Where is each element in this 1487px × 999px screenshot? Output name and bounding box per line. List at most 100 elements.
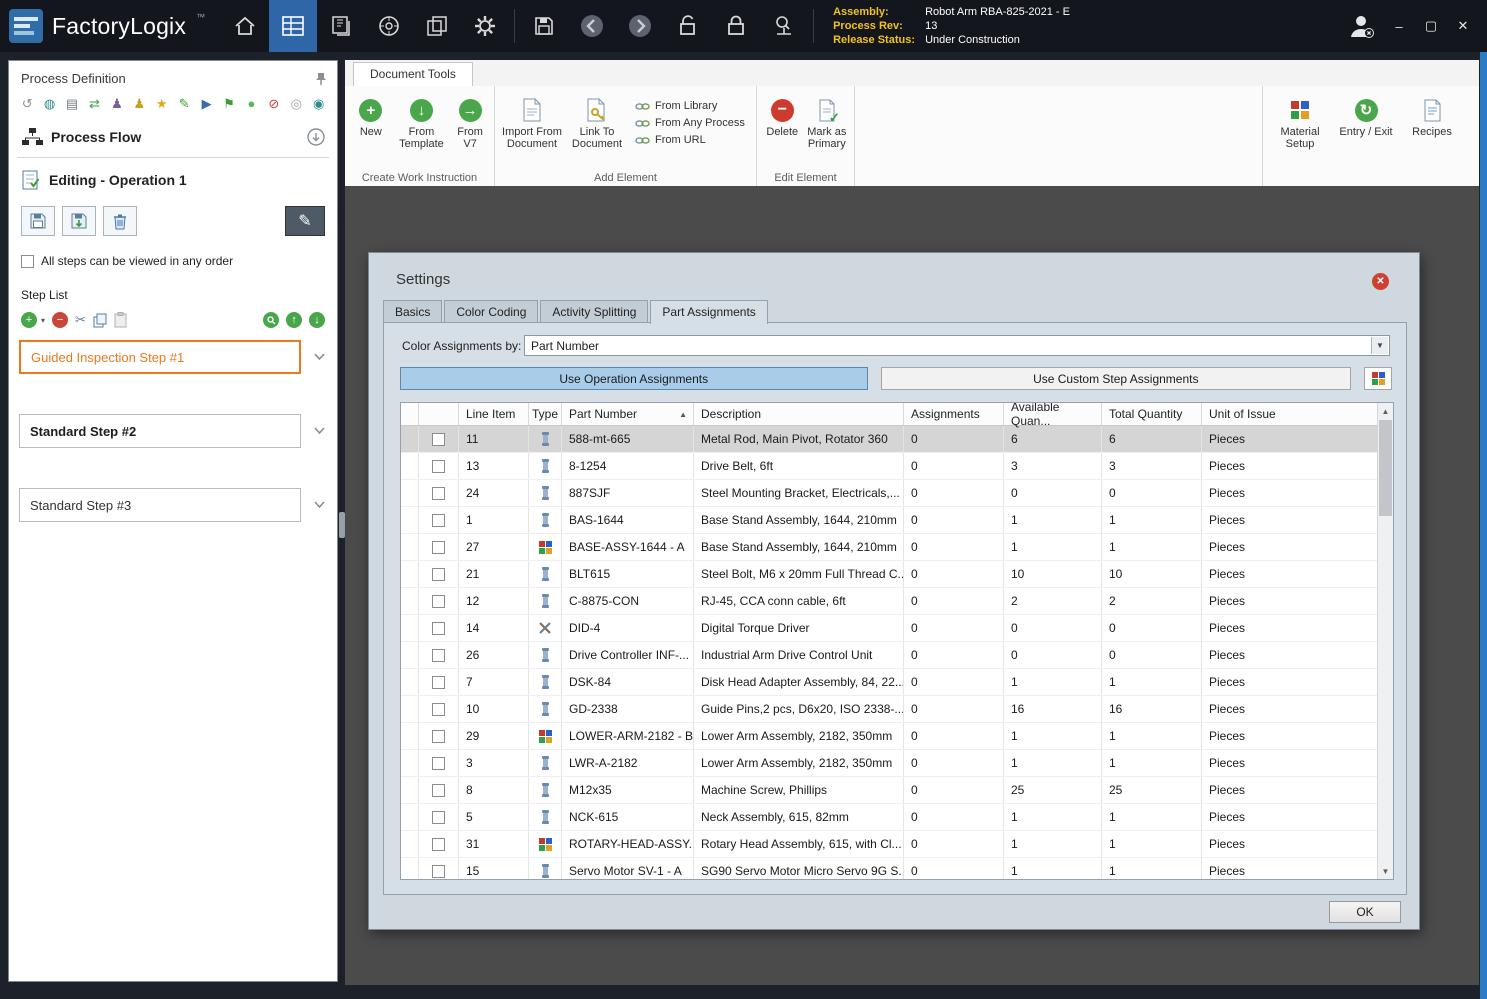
process-definition-icon[interactable] [269,0,318,52]
home-icon[interactable] [221,0,269,52]
stop-icon[interactable]: ⊘ [266,96,282,111]
row-selector[interactable] [401,750,419,776]
row-selector[interactable] [401,831,419,857]
move-step-up-button[interactable]: ↑ [286,312,302,328]
row-checkbox[interactable] [432,594,445,608]
lock-icon[interactable] [712,0,760,52]
part-colors-button[interactable] [1364,367,1392,390]
row-selector[interactable] [401,696,419,722]
entry-exit-button[interactable]: ↻ Entry / Exit [1333,90,1399,138]
table-row[interactable]: 27 BASE-ASSY-1644 - A Base Stand Assembly,… [401,534,1393,561]
scroll-down-icon[interactable]: ▼ [1378,863,1393,879]
tab-color-coding[interactable]: Color Coding [444,300,539,322]
from-url-button[interactable]: From URL [635,134,745,146]
table-row[interactable]: 12 C-8875-CON RJ-45, CCA conn cable, 6ft 0 2… [401,588,1393,615]
view-any-order-checkbox[interactable] [21,254,34,268]
history-icon[interactable]: ↺ [19,96,35,111]
minimize-button[interactable]: – [1391,19,1407,34]
chevron-down-icon[interactable] [314,427,325,434]
move-step-down-button[interactable]: ↓ [309,312,325,328]
header-assignments[interactable]: Assignments [904,403,1004,425]
row-selector[interactable] [401,669,419,695]
color-assignments-dropdown[interactable]: Part Number ▼ [524,335,1390,356]
panel-splitter-handle[interactable] [339,512,345,538]
table-row[interactable]: 31 ROTARY-HEAD-ASSY... Rotary Head Assembl… [401,831,1393,858]
row-checkbox[interactable] [432,459,445,473]
step-item[interactable]: Guided Inspection Step #1 [19,340,301,374]
table-row[interactable]: 29 LOWER-ARM-2182 - B Lower Arm Assembly, … [401,723,1393,750]
table-row[interactable]: 11 588-mt-665 Metal Rod, Main Pivot, Rotat… [401,426,1393,453]
table-row[interactable]: 15 Servo Motor SV-1 - A SG90 Servo Motor M… [401,858,1393,879]
row-selector[interactable] [401,534,419,560]
table-row[interactable]: 5 NCK-615 Neck Assembly, 615, 82mm 0 1 1 Piece… [401,804,1393,831]
scroll-up-icon[interactable]: ▲ [1378,403,1393,419]
dispatch-icon[interactable] [365,0,413,52]
tab-activity-splitting[interactable]: Activity Splitting [540,300,649,322]
link-to-document-button[interactable]: Link To Document [565,90,629,150]
collapse-circle-icon[interactable] [307,128,325,146]
table-row[interactable]: 10 GD-2338 Guide Pins,2 pcs, D6x20, ISO 23… [401,696,1393,723]
add-step-dropdown-icon[interactable]: ▾ [41,316,45,325]
row-checkbox[interactable] [432,810,445,824]
row-checkbox[interactable] [432,621,445,635]
row-checkbox[interactable] [432,648,445,662]
scrollbar-thumb[interactable] [1379,420,1392,516]
row-selector[interactable] [401,777,419,803]
approver-user-icon[interactable]: ♟ [131,96,147,111]
save-icon[interactable] [520,0,568,52]
pause-icon[interactable]: ◎ [288,96,304,111]
delete-element-button[interactable]: − Delete [761,90,804,138]
header-total-quantity[interactable]: Total Quantity [1102,403,1202,425]
row-checkbox[interactable] [432,756,445,770]
table-row[interactable]: 24 887SJF Steel Mounting Bracket, Electric… [401,480,1393,507]
delete-operation-button[interactable] [103,206,137,236]
chevron-down-icon[interactable] [314,353,325,360]
row-checkbox[interactable] [432,513,445,527]
row-selector[interactable] [401,723,419,749]
row-selector[interactable] [401,453,419,479]
header-part-number[interactable]: Part Number ▲ [562,403,694,425]
tab-basics[interactable]: Basics [383,300,443,322]
table-row[interactable]: 3 LWR-A-2182 Lower Arm Assembly, 2182, 350… [401,750,1393,777]
start-icon[interactable]: ● [243,96,259,111]
row-checkbox[interactable] [432,540,445,554]
user-logout-icon[interactable] [1347,13,1375,39]
use-operation-assignments-button[interactable]: Use Operation Assignments [400,367,868,390]
row-selector[interactable] [401,588,419,614]
row-checkbox[interactable] [432,702,445,716]
ok-button[interactable]: OK [1329,901,1401,923]
header-unit-of-issue[interactable]: Unit of Issue [1202,403,1393,425]
navigate-icon[interactable]: ▶ [198,96,214,111]
row-checkbox[interactable] [432,864,445,878]
header-description[interactable]: Description [694,403,904,425]
row-checkbox[interactable] [432,729,445,743]
row-checkbox[interactable] [432,783,445,797]
find-step-button[interactable] [263,312,279,328]
pin-icon[interactable] [315,72,327,86]
step-item[interactable]: Standard Step #2 [19,414,301,448]
sync-icon[interactable]: ⇄ [86,96,102,111]
from-library-button[interactable]: From Library [635,100,745,112]
row-checkbox[interactable] [432,486,445,500]
close-settings-button[interactable]: ✕ [1372,273,1389,290]
recipes-button[interactable]: Recipes [1399,90,1465,138]
header-available-quantity[interactable]: Available Quan... [1004,403,1102,428]
edit-mode-button[interactable]: ✎ [285,206,325,236]
table-scrollbar[interactable]: ▲ ▼ [1377,403,1393,879]
tab-part-assignments[interactable]: Part Assignments [650,300,768,324]
row-selector[interactable] [401,507,419,533]
row-checkbox[interactable] [432,675,445,689]
reports-icon[interactable] [413,0,461,52]
mark-as-primary-button[interactable]: ✓ Mark as Primary [804,90,850,150]
row-checkbox[interactable] [432,567,445,581]
copy-step-button[interactable] [93,313,107,328]
row-selector[interactable] [401,615,419,641]
row-selector[interactable] [401,858,419,879]
user-icon[interactable]: ♟ [109,96,125,111]
globe-icon[interactable]: ◍ [41,96,57,111]
from-template-button[interactable]: ↓ From Template [393,90,451,150]
redo-icon[interactable] [616,0,664,52]
maximize-button[interactable]: ▢ [1423,18,1439,34]
material-setup-button[interactable]: Material Setup [1267,90,1333,150]
documents-icon[interactable] [317,0,365,52]
